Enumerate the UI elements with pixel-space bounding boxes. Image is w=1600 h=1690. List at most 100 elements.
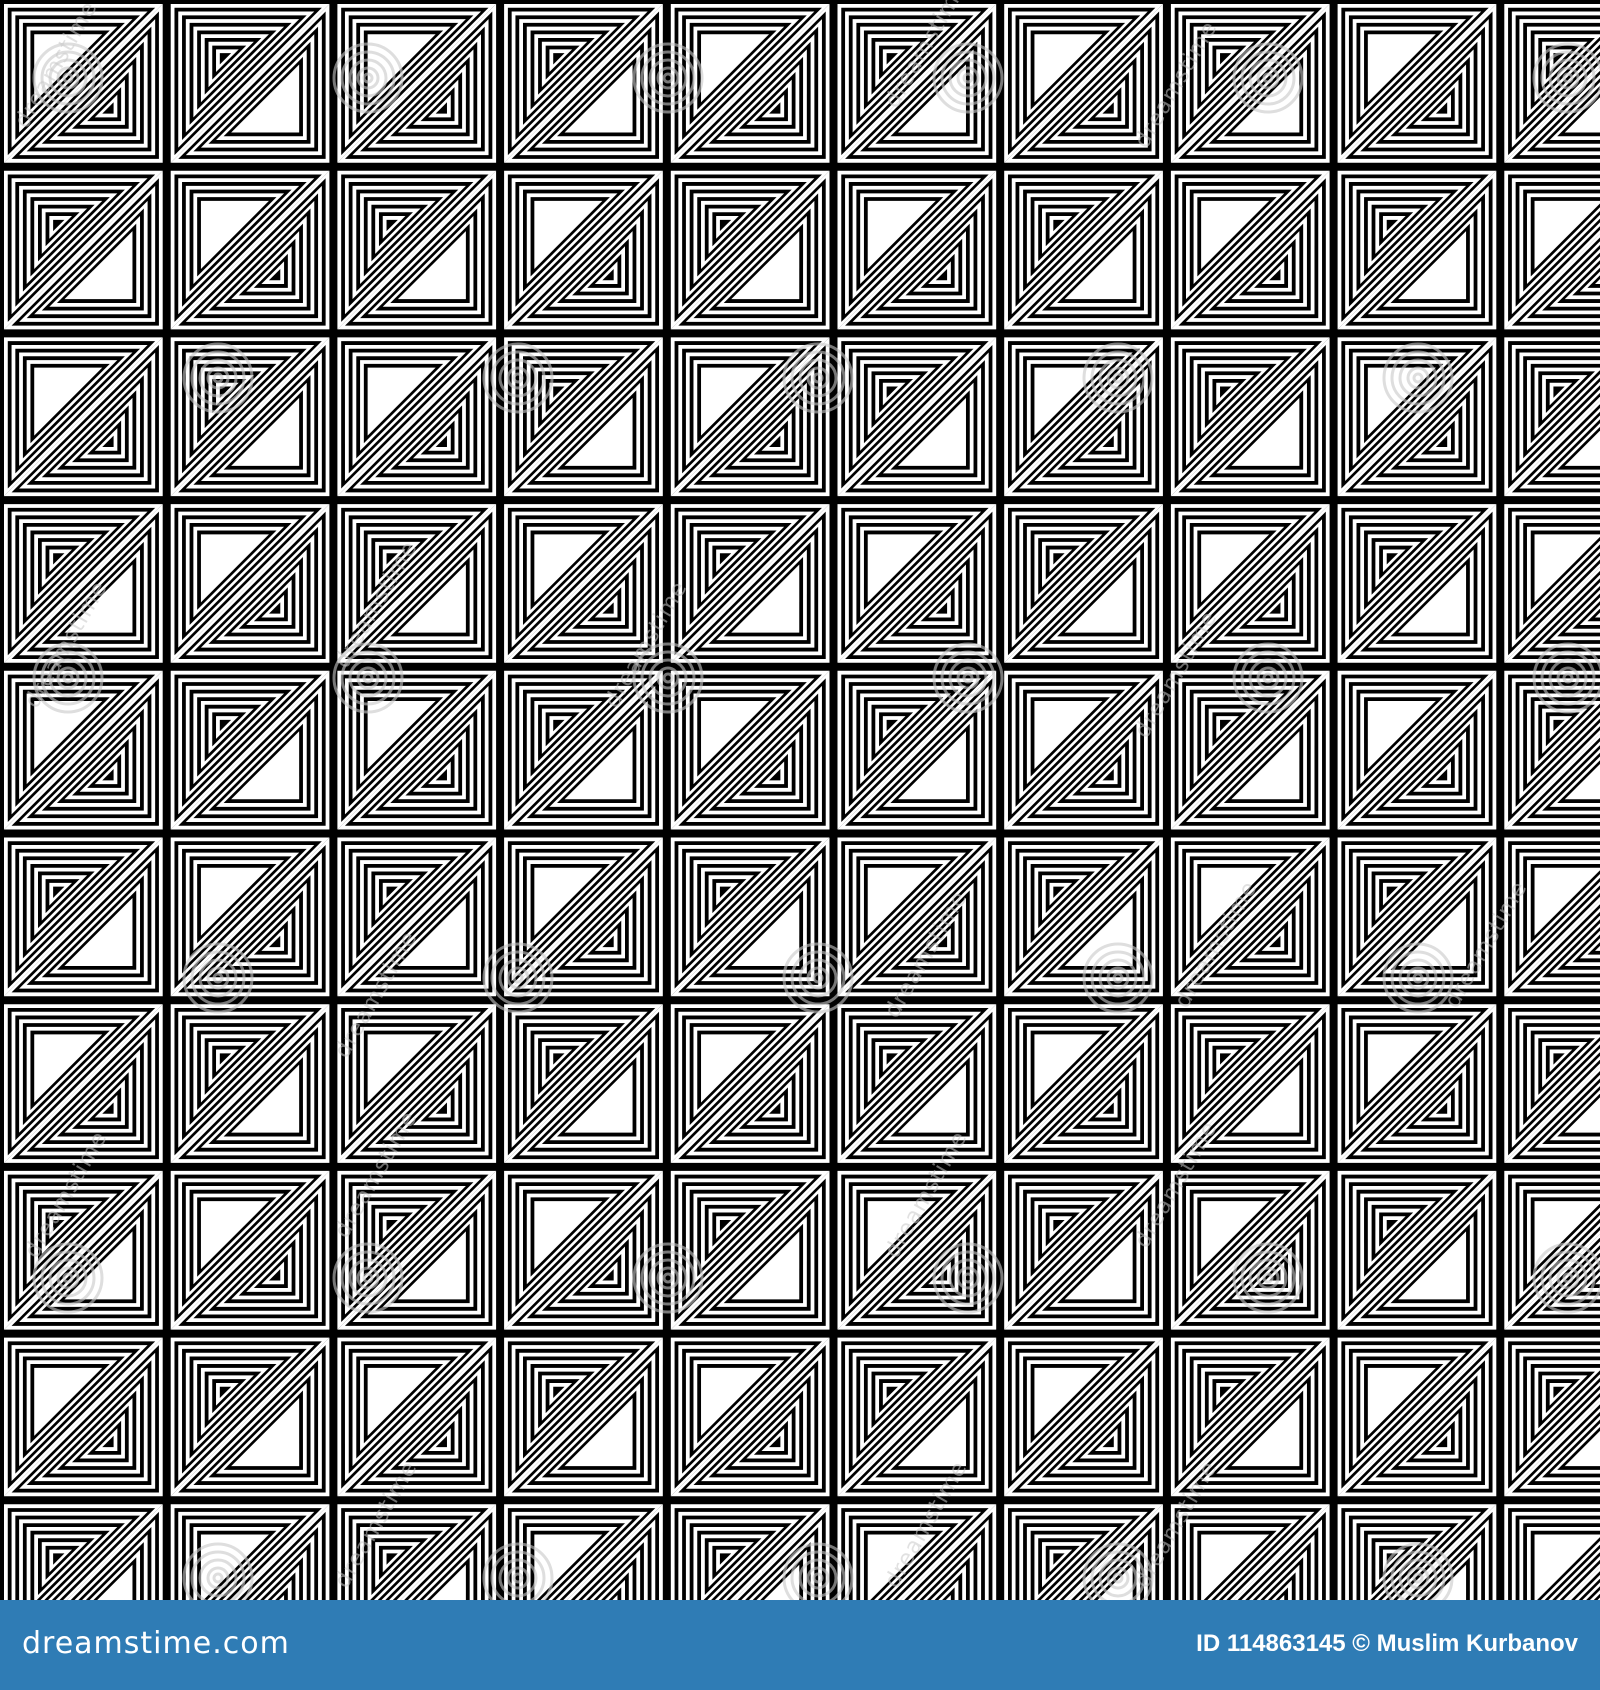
pattern-tile <box>4 837 163 997</box>
pattern-tile <box>504 837 663 997</box>
pattern-tile <box>670 1170 830 1330</box>
pattern-tile <box>170 170 330 330</box>
pattern-tile <box>1004 837 1163 997</box>
pattern-tile <box>337 1337 497 1497</box>
pattern-tile <box>337 170 497 330</box>
pattern-tile <box>837 837 997 997</box>
pattern-tile <box>337 504 497 663</box>
pattern-tile <box>670 170 830 330</box>
pattern-tile <box>170 4 330 163</box>
pattern-tile <box>337 4 497 163</box>
pattern-tile <box>1170 837 1330 997</box>
pattern-tile <box>4 1004 163 1163</box>
pattern-tile <box>1170 670 1330 830</box>
pattern-tile <box>1004 670 1163 830</box>
dreamstime-logo[interactable]: dreamstime.com <box>22 1626 290 1661</box>
pattern-tile <box>337 1004 497 1163</box>
pattern-tile <box>170 670 330 830</box>
pattern-tile <box>4 670 163 830</box>
pattern-tile <box>1170 4 1330 163</box>
pattern-tile <box>170 837 330 997</box>
pattern-tile <box>504 504 663 663</box>
pattern-tile <box>1170 1504 1330 1600</box>
footer-bar: dreamstime.com ID 114863145 © Muslim Kur… <box>0 1600 1600 1690</box>
pattern-tile <box>1504 1337 1600 1497</box>
pattern-tile <box>170 1170 330 1330</box>
pattern-tile <box>4 1337 163 1497</box>
pattern-tile <box>170 1337 330 1497</box>
pattern-tile <box>4 337 163 497</box>
pattern-tile <box>4 4 163 163</box>
pattern-tile <box>670 670 830 830</box>
pattern-tile <box>504 170 663 330</box>
pattern-tile <box>670 337 830 497</box>
pattern-tile <box>337 670 497 830</box>
pattern-tile <box>1004 1337 1163 1497</box>
pattern-tile <box>670 504 830 663</box>
pattern-tile <box>1337 670 1497 830</box>
pattern-tile <box>670 4 830 163</box>
pattern-tile <box>337 337 497 497</box>
pattern-tile <box>4 1170 163 1330</box>
pattern-tile <box>1004 4 1163 163</box>
pattern-tile <box>1504 1004 1600 1163</box>
pattern-tile <box>1337 504 1497 663</box>
pattern-tile <box>1004 170 1163 330</box>
pattern-tile <box>837 1004 997 1163</box>
pattern-tile <box>504 670 663 830</box>
image-id-credit: ID 114863145 © Muslim Kurbanov <box>1196 1630 1578 1657</box>
pattern-tile <box>837 1504 997 1600</box>
pattern-tile <box>837 504 997 663</box>
pattern-tile <box>170 337 330 497</box>
pattern-tile <box>670 1504 830 1600</box>
pattern-tile <box>837 170 997 330</box>
pattern-tile <box>1504 337 1600 497</box>
pattern-tile <box>1004 504 1163 663</box>
pattern-tile <box>1337 337 1497 497</box>
pattern-tile <box>504 1170 663 1330</box>
pattern-tile <box>4 170 163 330</box>
pattern-tile <box>1504 837 1600 997</box>
pattern-tile <box>1337 170 1497 330</box>
pattern-tile <box>1170 1004 1330 1163</box>
pattern-tile <box>1004 1504 1163 1600</box>
pattern-tile <box>1170 504 1330 663</box>
pattern-tile <box>1504 4 1600 163</box>
pattern-tile <box>670 837 830 997</box>
pattern-tile <box>1004 337 1163 497</box>
pattern-tile <box>1337 1504 1497 1600</box>
pattern-tile <box>170 504 330 663</box>
pattern-tile <box>1004 1170 1163 1330</box>
pattern-tile <box>1170 1170 1330 1330</box>
pattern-tile <box>670 1337 830 1497</box>
pattern-image <box>0 0 1600 1600</box>
pattern-tile <box>837 1337 997 1497</box>
pattern-tile <box>170 1004 330 1163</box>
pattern-tile <box>1504 504 1600 663</box>
pattern-tile <box>837 670 997 830</box>
pattern-tile <box>337 837 497 997</box>
pattern-tile <box>670 1004 830 1163</box>
pattern-tile <box>4 1504 163 1600</box>
pattern-tile <box>837 4 997 163</box>
pattern-tile <box>1170 170 1330 330</box>
pattern-tile <box>1504 670 1600 830</box>
pattern-tile <box>1170 337 1330 497</box>
pattern-tile <box>1337 1170 1497 1330</box>
pattern-tile <box>837 337 997 497</box>
pattern-tile <box>1004 1004 1163 1163</box>
pattern-tile <box>1504 1170 1600 1330</box>
pattern-tile <box>1337 1337 1497 1497</box>
pattern-tile <box>337 1504 497 1600</box>
pattern-tile <box>1170 1337 1330 1497</box>
pattern-tile <box>504 1504 663 1600</box>
pattern-tile <box>1337 4 1497 163</box>
pattern-tile <box>1337 1004 1497 1163</box>
pattern-tile <box>1337 837 1497 997</box>
pattern-tile <box>837 1170 997 1330</box>
pattern-tile <box>4 504 163 663</box>
pattern-tile <box>170 1504 330 1600</box>
pattern-tile <box>337 1170 497 1330</box>
pattern-tile <box>504 1337 663 1497</box>
pattern-tile <box>504 4 663 163</box>
